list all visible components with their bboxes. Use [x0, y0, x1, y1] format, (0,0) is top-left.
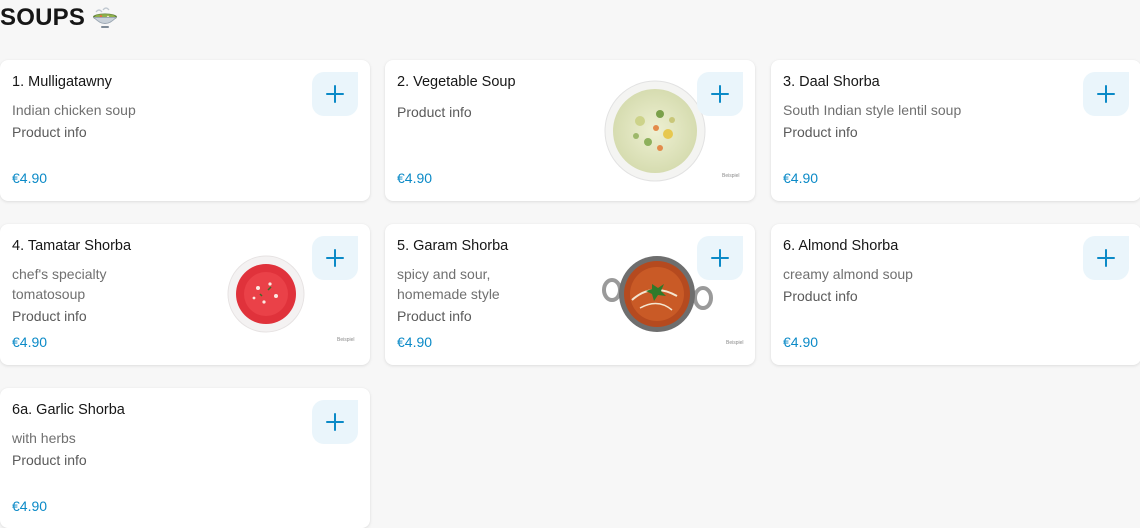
- product-card-almond-shorba[interactable]: 6. Almond Shorba creamy almond soup Prod…: [771, 224, 1140, 365]
- image-caption: Beispiel: [337, 337, 355, 343]
- product-info-link[interactable]: Product info: [783, 288, 858, 304]
- product-card-garlic-shorba[interactable]: 6a. Garlic Shorba with herbs Product inf…: [0, 388, 370, 528]
- vegetable-soup-image: [600, 76, 710, 191]
- product-card-garam-shorba[interactable]: 5. Garam Shorba spicy and sour, homemade…: [385, 224, 755, 365]
- product-card-mulligatawny[interactable]: 1. Mulligatawny Indian chicken soup Prod…: [0, 60, 370, 201]
- product-name: 3. Daal Shorba: [783, 74, 880, 90]
- product-info-link[interactable]: Product info: [12, 124, 87, 140]
- product-name: 1. Mulligatawny: [12, 74, 112, 90]
- plus-icon: [711, 85, 729, 103]
- product-price: €4.90: [12, 334, 48, 350]
- plus-icon: [326, 413, 344, 431]
- product-description: creamy almond soup: [783, 266, 913, 282]
- add-to-cart-button[interactable]: [697, 72, 743, 116]
- plus-icon: [326, 249, 344, 267]
- product-name: 6. Almond Shorba: [783, 238, 899, 254]
- plus-icon: [326, 85, 344, 103]
- add-to-cart-button[interactable]: [1083, 236, 1129, 280]
- product-name: 5. Garam Shorba: [397, 238, 509, 254]
- product-card-vegetable-soup[interactable]: 2. Vegetable Soup Product info €4.90 Bei…: [385, 60, 755, 201]
- product-info-link[interactable]: Product info: [783, 124, 858, 140]
- product-description: with herbs: [12, 430, 76, 446]
- add-to-cart-button[interactable]: [312, 72, 358, 116]
- plus-icon: [1097, 249, 1115, 267]
- plus-icon: [1097, 85, 1115, 103]
- product-name: 4. Tamatar Shorba: [12, 238, 132, 254]
- section-header: SOUPS: [0, 3, 119, 33]
- product-info-link[interactable]: Product info: [12, 452, 87, 468]
- section-title: SOUPS: [0, 4, 86, 31]
- product-price: €4.90: [12, 498, 48, 514]
- product-price: €4.90: [397, 170, 433, 186]
- product-price: €4.90: [783, 334, 819, 350]
- product-description: chef's specialty tomatosoup: [12, 266, 107, 302]
- product-card-daal-shorba[interactable]: 3. Daal Shorba South Indian style lentil…: [771, 60, 1140, 201]
- product-info-link[interactable]: Product info: [397, 308, 472, 324]
- product-name: 2. Vegetable Soup: [397, 74, 516, 90]
- product-price: €4.90: [397, 334, 433, 350]
- product-info-link[interactable]: Product info: [12, 308, 87, 324]
- product-card-tamatar-shorba[interactable]: 4. Tamatar Shorba chef's specialty tomat…: [0, 224, 370, 365]
- add-to-cart-button[interactable]: [1083, 72, 1129, 116]
- product-description: Indian chicken soup: [12, 102, 136, 118]
- add-to-cart-button[interactable]: [312, 236, 358, 280]
- plus-icon: [711, 249, 729, 267]
- add-to-cart-button[interactable]: [697, 236, 743, 280]
- product-name: 6a. Garlic Shorba: [12, 402, 125, 418]
- tomato-soup-image: [224, 252, 308, 341]
- product-info-link[interactable]: Product info: [397, 104, 472, 120]
- add-to-cart-button[interactable]: [312, 400, 358, 444]
- product-description: spicy and sour, homemade style: [397, 266, 500, 302]
- soup-bowl-icon: [91, 6, 119, 30]
- image-caption: Beispiel: [726, 340, 744, 346]
- product-price: €4.90: [783, 170, 819, 186]
- image-caption: Beispiel: [722, 173, 740, 179]
- product-description: South Indian style lentil soup: [783, 102, 962, 118]
- product-price: €4.90: [12, 170, 48, 186]
